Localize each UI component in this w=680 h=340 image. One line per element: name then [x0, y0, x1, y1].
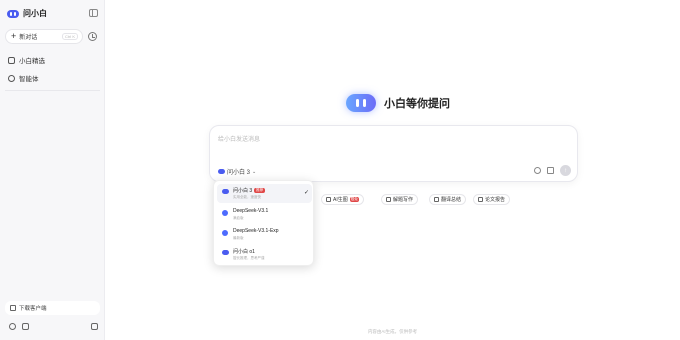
chip-solve-write[interactable]: 解题写作: [381, 194, 419, 205]
image-icon: [326, 197, 331, 202]
download-client-button[interactable]: 下载客户端: [5, 301, 100, 315]
sidebar-item-label: 智能体: [19, 76, 39, 83]
send-button[interactable]: ↑: [560, 165, 571, 176]
model-desc: 擅长推理，思考严谨: [233, 256, 265, 260]
plus-icon: +: [11, 31, 17, 41]
sidebar-item-featured[interactable]: 小白精选: [8, 55, 45, 65]
chip-label: AI生图: [333, 197, 348, 203]
page-title: 小白等你提问: [384, 98, 450, 110]
message-input[interactable]: 给小白发送消息: [218, 134, 260, 143]
brand[interactable]: 问小白: [7, 8, 47, 19]
shortcut-hint: Ctrl K: [62, 33, 78, 40]
model-option[interactable]: 问小白 o1 擅长推理，思考严谨: [217, 245, 312, 264]
chip-paper[interactable]: 论文报告: [473, 194, 511, 205]
agent-icon: [8, 74, 15, 82]
new-chat-button[interactable]: + 新对话 Ctrl K: [5, 29, 83, 44]
new-chat-label: 新对话: [19, 35, 38, 41]
model-logo-icon: [222, 250, 229, 255]
model-name: DeepSeek-V3.1-Exp: [233, 228, 279, 234]
hero: 小白等你提问: [346, 94, 450, 112]
chip-label: 解题写作: [393, 197, 414, 203]
model-name: DeepSeek-V3.1: [233, 208, 269, 214]
selected-model-label: 问小白 3: [227, 170, 251, 176]
history-icon[interactable]: [88, 32, 97, 41]
divider: [5, 90, 100, 91]
chip-translate[interactable]: 翻译总结: [429, 194, 467, 205]
app-name: 问小白: [23, 9, 47, 18]
document-icon: [478, 197, 483, 202]
image-upload-icon[interactable]: [547, 167, 554, 174]
deepseek-logo-icon: [222, 210, 228, 216]
model-name: 问小白 o1: [233, 249, 255, 255]
featured-icon: [8, 56, 15, 64]
model-option[interactable]: DeepSeek-V3.1-Exp 最新版: [217, 225, 312, 244]
logo-icon: [7, 9, 19, 18]
download-icon: [10, 305, 16, 311]
recommend-badge: 推荐: [254, 188, 266, 194]
chip-ai-image[interactable]: AI生图 限免: [321, 194, 364, 205]
model-selector[interactable]: 问小白 3 ⌄: [218, 167, 256, 176]
model-option[interactable]: DeepSeek-V3.1 满血版: [217, 205, 312, 224]
model-logo-icon: [222, 189, 229, 194]
attach-icon[interactable]: [534, 167, 541, 174]
model-desc: 满血版: [233, 216, 244, 220]
chip-label: 论文报告: [485, 197, 506, 203]
pen-icon: [386, 197, 391, 202]
chevron-down-icon: ⌄: [252, 168, 257, 175]
sidebar-item-label: 小白精选: [19, 58, 45, 65]
model-logo-icon: [218, 169, 225, 174]
model-desc: 实用全能，速度快: [233, 195, 261, 199]
translate-icon: [434, 197, 439, 202]
download-label: 下载客户端: [19, 306, 47, 312]
logo-icon: [346, 94, 376, 112]
sidebar-toggle-icon[interactable]: [89, 9, 98, 17]
chip-label: 翻译总结: [441, 197, 462, 203]
model-option[interactable]: 问小白 3 推荐 实用全能，速度快 ✓: [217, 184, 312, 203]
message-composer[interactable]: 给小白发送消息 问小白 3 ⌄ ↑: [209, 125, 578, 182]
free-badge: 限免: [349, 197, 359, 202]
model-name: 问小白 3 推荐: [233, 188, 266, 194]
sidebar: 问小白 + 新对话 Ctrl K 小白精选 智能体 下载客户端: [0, 0, 105, 340]
disclaimer: 内容由AI生成，仅供参考: [367, 329, 418, 334]
deepseek-logo-icon: [222, 230, 228, 236]
check-icon: ✓: [304, 190, 310, 196]
sidebar-item-agents[interactable]: 智能体: [8, 73, 39, 83]
model-dropdown: 问小白 3 推荐 实用全能，速度快 ✓ DeepSeek-V3.1 满血版 Dee…: [213, 180, 314, 266]
model-desc: 最新版: [233, 236, 244, 240]
